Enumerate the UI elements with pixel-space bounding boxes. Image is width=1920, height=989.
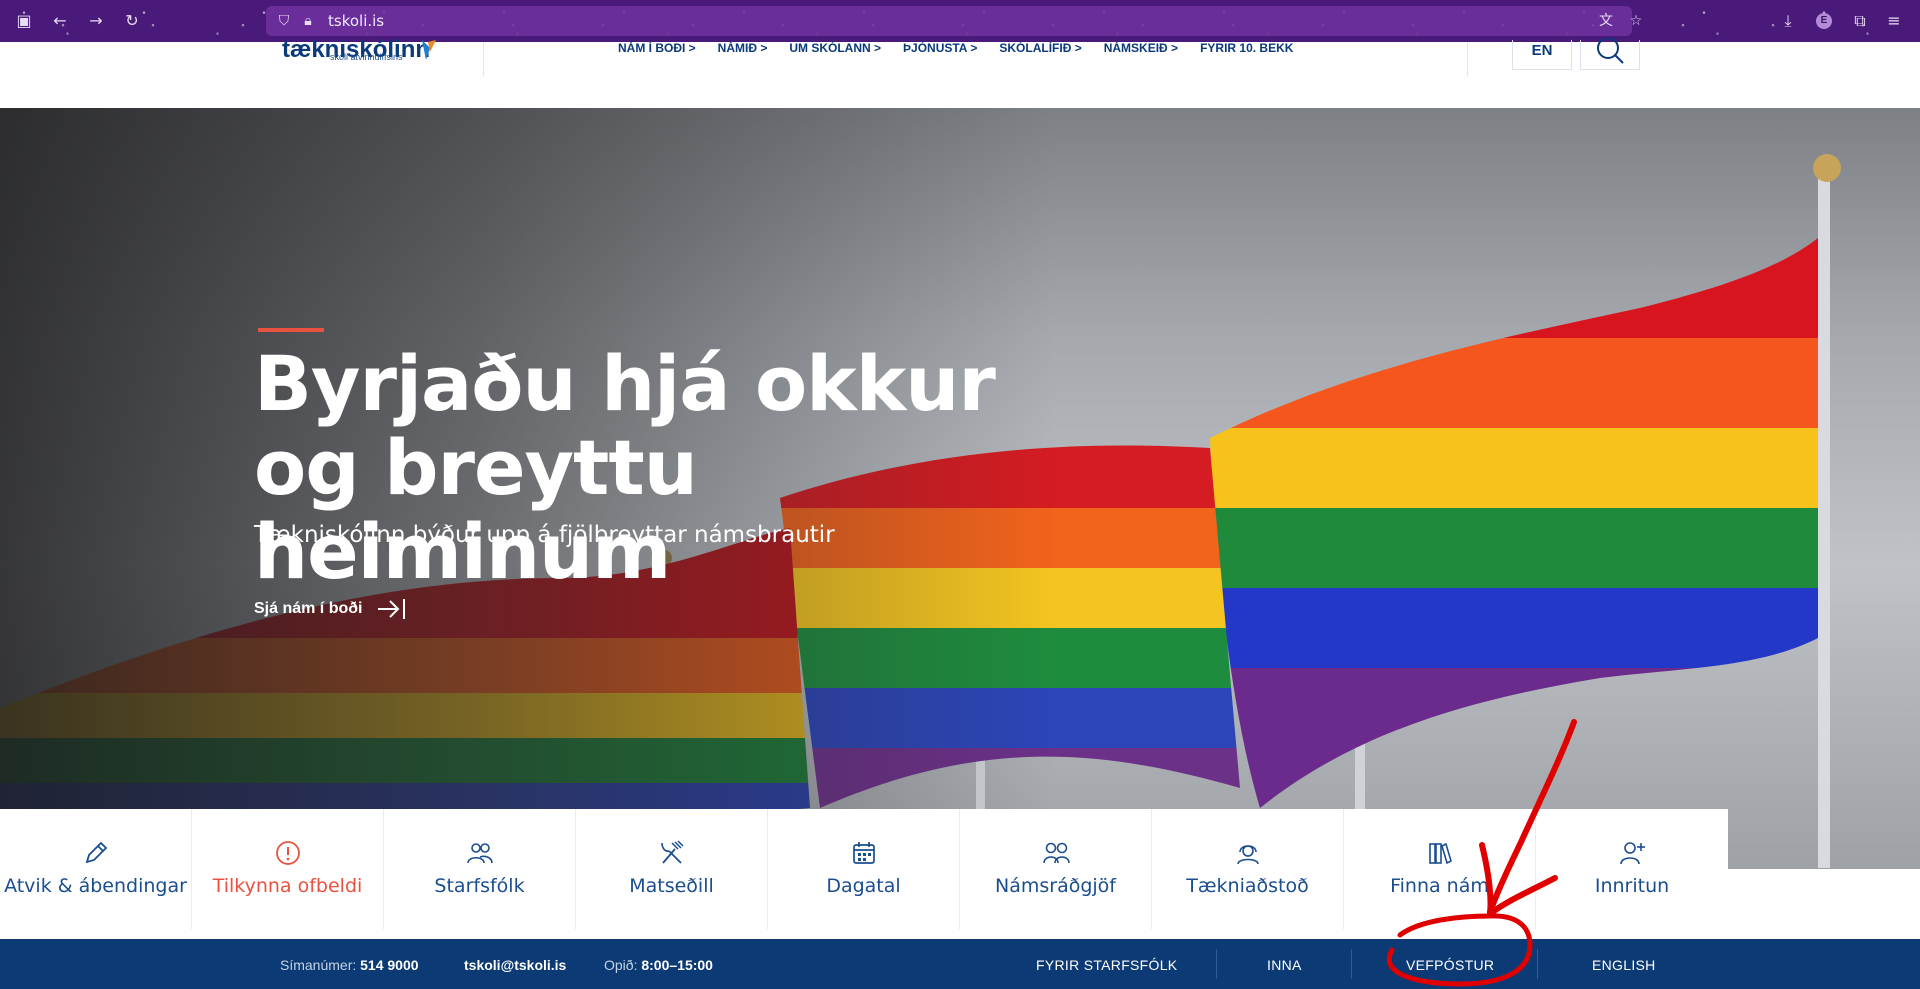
opening-hours: Opið: 8:00–15:00 xyxy=(604,957,713,973)
quick-link-label: Matseðill xyxy=(629,875,714,897)
quick-link-label: Dagatal xyxy=(826,875,901,897)
hero-subtitle: Tækniskólinn býður upp á fjölbreyttar ná… xyxy=(254,522,835,548)
menu-icon[interactable]: ≡ xyxy=(1884,11,1904,31)
quick-link-label: Finna nám xyxy=(1390,875,1489,897)
quick-link-tilkynna-ofbeldi[interactable]: Tilkynna ofbeldi xyxy=(192,809,384,929)
hero-cta-label[interactable]: Sjá nám í boði xyxy=(254,600,362,618)
footer-separator xyxy=(1537,949,1538,979)
logo-mark-icon xyxy=(422,40,436,60)
shield-icon[interactable]: ⛉ xyxy=(274,11,294,31)
nav-skolalifid[interactable]: SKÓLALÍFIÐ > xyxy=(999,42,1081,58)
advisors-icon xyxy=(1042,842,1070,864)
extension-avatar[interactable]: E xyxy=(1816,13,1832,29)
quick-link-finna-nam[interactable]: Finna nám xyxy=(1344,809,1536,929)
footer-link-english[interactable]: ENGLISH xyxy=(1592,957,1656,973)
alert-icon xyxy=(275,841,300,865)
phone-info: Símanúmer: 514 9000 xyxy=(280,957,419,973)
lock-icon[interactable]: 🔒︎ xyxy=(298,11,318,31)
sidebar-icon[interactable]: ▣ xyxy=(14,11,34,31)
footer-link-vefpostur[interactable]: VEFPÓSTUR xyxy=(1406,957,1494,973)
footer-link-fyrir-starfsfolk[interactable]: FYRIR STARFSFÓLK xyxy=(1036,957,1177,973)
hero-title: Byrjaðu hjá okkur og breyttu heiminum xyxy=(254,339,996,596)
support-icon xyxy=(1236,845,1259,865)
quick-link-label: Innritun xyxy=(1594,875,1670,897)
quick-link-innritun[interactable]: Innritun xyxy=(1536,809,1728,929)
footer-utility-bar: Símanúmer: 514 9000 tskoli@tskoli.is Opi… xyxy=(0,939,1920,989)
hours-value: 8:00–15:00 xyxy=(641,957,713,973)
nav-namid[interactable]: NÁMIÐ > xyxy=(718,42,768,58)
people-icon xyxy=(466,843,493,864)
nav-namskeid[interactable]: NÁMSKEIÐ > xyxy=(1104,42,1178,58)
url-text[interactable]: tskoli.is xyxy=(328,12,384,30)
logo-tagline: skóli atvinnulífsins xyxy=(330,52,403,62)
reload-icon[interactable]: ↻ xyxy=(122,11,142,31)
bookmark-star-icon[interactable]: ☆ xyxy=(1626,11,1646,31)
hero-cta-link[interactable]: Sjá nám í boði xyxy=(254,598,406,620)
quick-link-label: Námsráðgjöf xyxy=(995,875,1116,897)
search-button[interactable] xyxy=(1580,38,1640,70)
header-divider xyxy=(483,42,484,76)
quick-link-label: Starfsfólk xyxy=(434,875,525,897)
extensions-icon[interactable]: ⧉ xyxy=(1850,11,1870,31)
main-nav: NÁM Í BOÐI > NÁMIÐ > UM SKÓLANN > ÞJÓNUS… xyxy=(618,42,1293,58)
quick-link-matsedill[interactable]: Matseðill xyxy=(576,809,768,929)
calendar-icon xyxy=(852,842,875,864)
nav-fyrir-10-bekk[interactable]: FYRIR 10. BEKK xyxy=(1200,42,1293,58)
quick-links-bar: Atvik & ábendingar Tilkynna ofbeldi Star… xyxy=(0,809,1728,929)
nav-thjonusta[interactable]: ÞJÓNUSTA > xyxy=(903,42,977,58)
header-divider xyxy=(1467,42,1468,76)
footer-link-inna[interactable]: INNA xyxy=(1267,957,1302,973)
quick-link-taekniadstod[interactable]: Tækniaðstoð xyxy=(1152,809,1344,929)
address-bar[interactable]: ⛉ 🔒︎ tskoli.is 文 ☆ xyxy=(266,6,1642,36)
arrow-right-icon[interactable] xyxy=(376,598,406,620)
hero-accent-line xyxy=(258,328,324,332)
site-header: tækniskólinn skóli atvinnulífsins NÁM Í … xyxy=(0,36,1920,108)
translate-icon[interactable]: 文 xyxy=(1596,11,1616,31)
hours-label: Opið: xyxy=(604,957,638,973)
quick-link-starfsfolk[interactable]: Starfsfólk xyxy=(384,809,576,929)
quick-link-label: Tækniaðstoð xyxy=(1186,875,1309,897)
nav-nam-i-bodi[interactable]: NÁM Í BOÐI > xyxy=(618,42,696,58)
phone-label: Símanúmer: xyxy=(280,957,357,973)
hero-banner: Byrjaðu hjá okkur og breyttu heiminum Tæ… xyxy=(0,108,1920,869)
cutlery-icon xyxy=(660,840,684,864)
phone-number[interactable]: 514 9000 xyxy=(360,957,418,973)
nav-um-skolann[interactable]: UM SKÓLANN > xyxy=(789,42,881,58)
quick-link-dagatal[interactable]: Dagatal xyxy=(768,809,960,929)
quick-link-atvik[interactable]: Atvik & ábendingar xyxy=(0,809,192,929)
language-button[interactable]: EN xyxy=(1512,40,1572,70)
books-icon xyxy=(1428,842,1452,865)
back-icon[interactable]: ← xyxy=(50,11,70,31)
email-link[interactable]: tskoli@tskoli.is xyxy=(464,957,566,973)
add-user-icon xyxy=(1620,842,1645,865)
quick-link-label: Atvik & ábendingar xyxy=(4,875,187,897)
quick-link-namsradgjof[interactable]: Námsráðgjöf xyxy=(960,809,1152,929)
search-icon xyxy=(1597,38,1624,64)
pencil-icon xyxy=(85,841,107,864)
download-icon[interactable]: ⤓ xyxy=(1778,11,1798,31)
footer-separator xyxy=(1216,949,1217,979)
quick-link-label: Tilkynna ofbeldi xyxy=(212,875,363,897)
footer-separator xyxy=(1351,949,1352,979)
forward-icon[interactable]: → xyxy=(86,11,106,31)
